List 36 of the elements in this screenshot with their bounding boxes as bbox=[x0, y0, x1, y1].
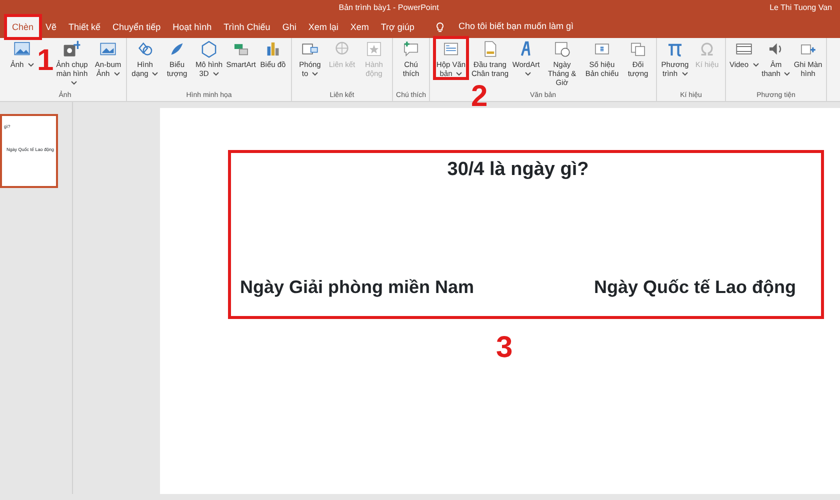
shapes-icon bbox=[136, 40, 154, 58]
ribbon-tab[interactable]: Vẽ bbox=[40, 16, 63, 38]
cube-icon bbox=[200, 40, 218, 58]
ribbon-tab[interactable]: Ghi bbox=[276, 16, 302, 38]
caret-icon bbox=[525, 72, 531, 76]
picture-icon bbox=[13, 40, 31, 58]
annotation-number: 3 bbox=[496, 333, 513, 363]
annotation-number: 2 bbox=[471, 82, 488, 112]
ribbon-tab[interactable]: Trình Chiếu bbox=[218, 16, 276, 38]
slide-title: 30/4 là ngày gì? bbox=[446, 158, 590, 182]
caret-icon bbox=[784, 72, 790, 76]
album-icon bbox=[99, 40, 117, 58]
annotation-number: 1 bbox=[37, 46, 54, 76]
ribbon-tab[interactable]: Chèn bbox=[6, 16, 40, 38]
slide-text: Ngày Giải phòng miền Nam bbox=[240, 276, 474, 299]
caret-icon bbox=[212, 72, 219, 76]
text-box[interactable]: 30/4 là ngày gì? Ngày Giải phòng miền Nam Ngày Quốc tế Lao động bbox=[230, 152, 822, 317]
user-name: Le Thi Tuong Van bbox=[770, 2, 832, 14]
ribbon-tab[interactable]: Chuyển tiếp bbox=[106, 16, 167, 38]
caret-icon bbox=[71, 81, 77, 86]
ribbon-tab[interactable]: Xem bbox=[344, 16, 375, 38]
ribbon-tab[interactable]: Trợ giúp bbox=[374, 16, 420, 38]
caret-icon bbox=[114, 72, 120, 76]
ribbon-tab[interactable]: Thiết kế bbox=[62, 16, 107, 38]
caret-icon bbox=[682, 72, 688, 76]
caret-icon bbox=[312, 72, 318, 76]
caret-icon bbox=[152, 72, 158, 76]
lightbulb-icon bbox=[436, 22, 444, 32]
caret-icon bbox=[28, 63, 34, 68]
slide-text: Ngày Quốc tế Lao động bbox=[594, 276, 796, 299]
caret-icon bbox=[752, 63, 759, 68]
caret-icon bbox=[456, 72, 462, 76]
window-title: Bản trình bày1 - PowerPoint bbox=[338, 2, 439, 14]
ribbon-tab[interactable]: Xem lại bbox=[302, 16, 344, 38]
tell-me-field[interactable]: Cho tôi biết bạn muốn làm gì bbox=[458, 20, 574, 34]
ribbon-tab[interactable]: Hoạt hình bbox=[166, 16, 218, 38]
